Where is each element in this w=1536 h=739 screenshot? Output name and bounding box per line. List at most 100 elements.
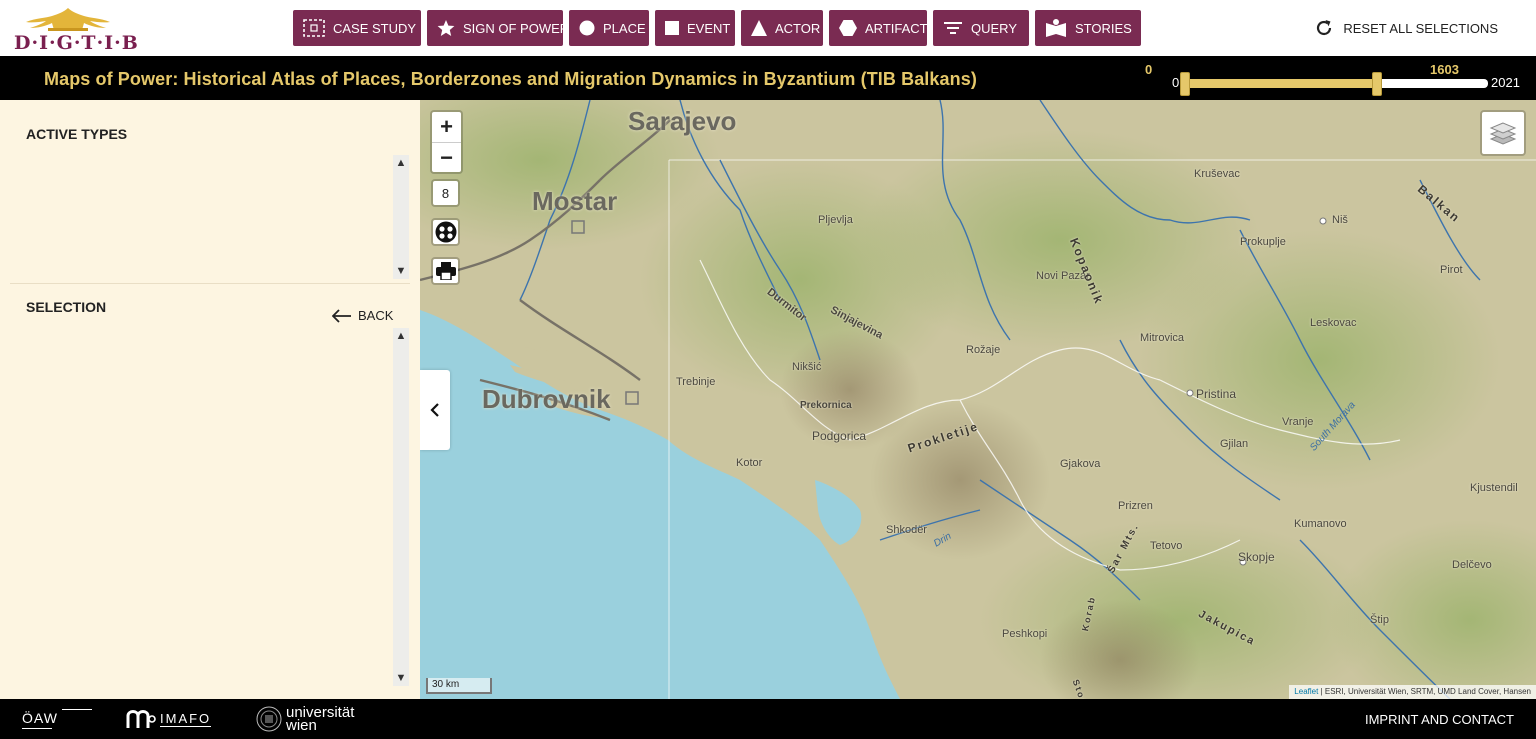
map-attribution: Leaflet | ESRI, Universität Wien, SRTM, …: [1289, 685, 1536, 699]
footer: ÖAW IMAFO universität wien IMPRINT AND C…: [0, 699, 1536, 739]
back-label: BACK: [358, 308, 394, 323]
univie-logo[interactable]: universität wien: [256, 705, 354, 733]
nav-sign-of-power-label: Sign of Power: [463, 20, 570, 36]
map-label-prokuplje: Prokuplje: [1240, 236, 1286, 248]
oaw-logo[interactable]: ÖAW: [22, 705, 92, 733]
nav-case-study-button[interactable]: Case Study: [293, 10, 421, 46]
hexagon-icon: [839, 20, 857, 36]
nav-sign-of-power-button[interactable]: Sign of Power: [427, 10, 569, 46]
univie-seal-icon: [256, 706, 282, 732]
timeline-lower-handle[interactable]: [1180, 72, 1190, 96]
nav-event-label: Event: [687, 20, 731, 36]
map-label-mostar: Mostar: [532, 186, 618, 216]
reset-label: RESET ALL SELECTIONS: [1343, 20, 1498, 36]
map-label-gjakova: Gjakova: [1060, 458, 1101, 470]
nav-artifact-label: Artifact: [865, 20, 928, 36]
map-label-sarajevo: Sarajevo: [628, 106, 737, 136]
imprint-contact-link[interactable]: IMPRINT AND CONTACT: [1365, 712, 1514, 727]
chevron-left-icon: [430, 403, 439, 417]
map-label-mitrovica: Mitrovica: [1140, 332, 1185, 344]
printer-icon: [435, 262, 456, 280]
map-label-prizren: Prizren: [1118, 500, 1153, 512]
zoom-control: + −: [430, 110, 463, 174]
collapse-sidebar-button[interactable]: [420, 370, 450, 450]
active-types-title: ACTIVE TYPES: [26, 126, 128, 142]
logo-text: D·I·G·T·I·B: [14, 32, 139, 54]
app-root: D·I·G·T·I·B Case Study Sign of Power Pla…: [0, 0, 1536, 739]
refresh-icon: [1317, 20, 1332, 36]
square-icon: [665, 21, 679, 35]
layers-button[interactable]: [1480, 110, 1526, 156]
leaflet-link[interactable]: Leaflet: [1294, 687, 1318, 696]
map-scale: 30 km: [426, 678, 492, 694]
print-button[interactable]: [431, 257, 460, 285]
nav-stories-button[interactable]: Stories: [1035, 10, 1141, 46]
zoom-in-button[interactable]: +: [432, 112, 461, 142]
sidebar-divider: [10, 283, 410, 284]
scroll-up-icon[interactable]: ▲: [393, 328, 409, 344]
timeline-upper-handle[interactable]: [1371, 72, 1382, 96]
case-study-icon: [303, 19, 325, 37]
imafo-logo[interactable]: IMAFO: [126, 705, 212, 733]
map-label-leskovac: Leskovac: [1310, 317, 1357, 329]
reset-all-selections-button[interactable]: RESET ALL SELECTIONS: [1315, 16, 1498, 40]
scroll-down-icon[interactable]: ▼: [393, 670, 409, 686]
map-label-pristina: Pristina: [1196, 387, 1237, 401]
map-label-pirot: Pirot: [1440, 264, 1463, 276]
book-icon: [1046, 19, 1066, 37]
top-bar: D·I·G·T·I·B Case Study Sign of Power Pla…: [0, 0, 1536, 56]
timeline-max-label: 2021: [1491, 75, 1520, 90]
layers-icon: [1489, 122, 1517, 145]
scroll-down-icon[interactable]: ▼: [393, 263, 409, 279]
map-label-rozaje: Rožaje: [966, 344, 1001, 356]
nav-artifact-button[interactable]: Artifact: [829, 10, 928, 46]
filter-icon: [944, 22, 962, 34]
timeline-lower-value: 0: [1145, 62, 1153, 77]
map-label-peshkopi: Peshkopi: [1002, 628, 1048, 640]
cluster-toggle-button[interactable]: [431, 218, 460, 246]
scroll-up-icon[interactable]: ▲: [393, 155, 409, 171]
title-bar: Maps of Power: Historical Atlas of Place…: [0, 56, 1536, 100]
map-label-nis: Niš: [1332, 214, 1348, 226]
nav-place-label: Place: [603, 20, 646, 36]
selection-scrollbar[interactable]: ▲ ▼: [393, 328, 409, 686]
eagle-emblem-icon: [26, 8, 110, 31]
map-label-kjustendil: Kjustendil: [1470, 482, 1518, 494]
map-label-niksic: Nikšić: [792, 361, 822, 373]
map-label-skopje: Skopje: [1238, 550, 1275, 564]
zoom-out-button[interactable]: −: [432, 142, 461, 172]
nav-actor-button[interactable]: Actor: [741, 10, 823, 46]
map-label-gjilan: Gjilan: [1220, 438, 1249, 450]
timeline-upper-value: 1603: [1430, 62, 1459, 77]
page-title: Maps of Power: Historical Atlas of Place…: [44, 69, 977, 89]
map-label-pljevlja: Pljevlja: [818, 214, 853, 226]
nav-stories-label: Stories: [1075, 20, 1132, 36]
timeline-min-label: 0: [1172, 75, 1180, 90]
digtib-logo[interactable]: D·I·G·T·I·B: [12, 6, 138, 54]
map-label-kotor: Kotor: [736, 457, 763, 469]
map-label-shkoder: Shkodër: [886, 524, 927, 536]
map-label-kumanovo: Kumanovo: [1294, 518, 1347, 530]
map-view[interactable]: Sarajevo Mostar Dubrovnik Kruševac Niš P…: [420, 100, 1536, 699]
timeline-slider-range: [1180, 79, 1377, 88]
map-label-vranje: Vranje: [1282, 416, 1314, 428]
active-types-scrollbar[interactable]: ▲ ▼: [393, 155, 409, 279]
cluster-icon: [435, 221, 456, 243]
imafo-emblem-icon: [126, 710, 156, 728]
nav-case-study-label: Case Study: [333, 20, 417, 36]
nav-actor-label: Actor: [775, 20, 821, 36]
attribution-text: | ESRI, Universität Wien, SRTM, UMD Land…: [1318, 687, 1531, 696]
map-label-dubrovnik: Dubrovnik: [482, 384, 611, 414]
triangle-icon: [751, 20, 767, 36]
arrow-left-icon: [332, 308, 351, 323]
nav-place-button[interactable]: Place: [569, 10, 649, 46]
map-label-trebinje: Trebinje: [676, 376, 716, 388]
selection-title: SELECTION: [26, 299, 107, 315]
map-label-podgorica: Podgorica: [812, 429, 867, 443]
map-label-krusevac: Kruševac: [1194, 168, 1240, 180]
back-button[interactable]: BACK: [332, 308, 393, 323]
nav-event-button[interactable]: Event: [655, 10, 735, 46]
nav-query-button[interactable]: Query: [933, 10, 1029, 46]
star-icon: [437, 20, 455, 36]
imafo-logo-text: IMAFO: [160, 711, 212, 727]
